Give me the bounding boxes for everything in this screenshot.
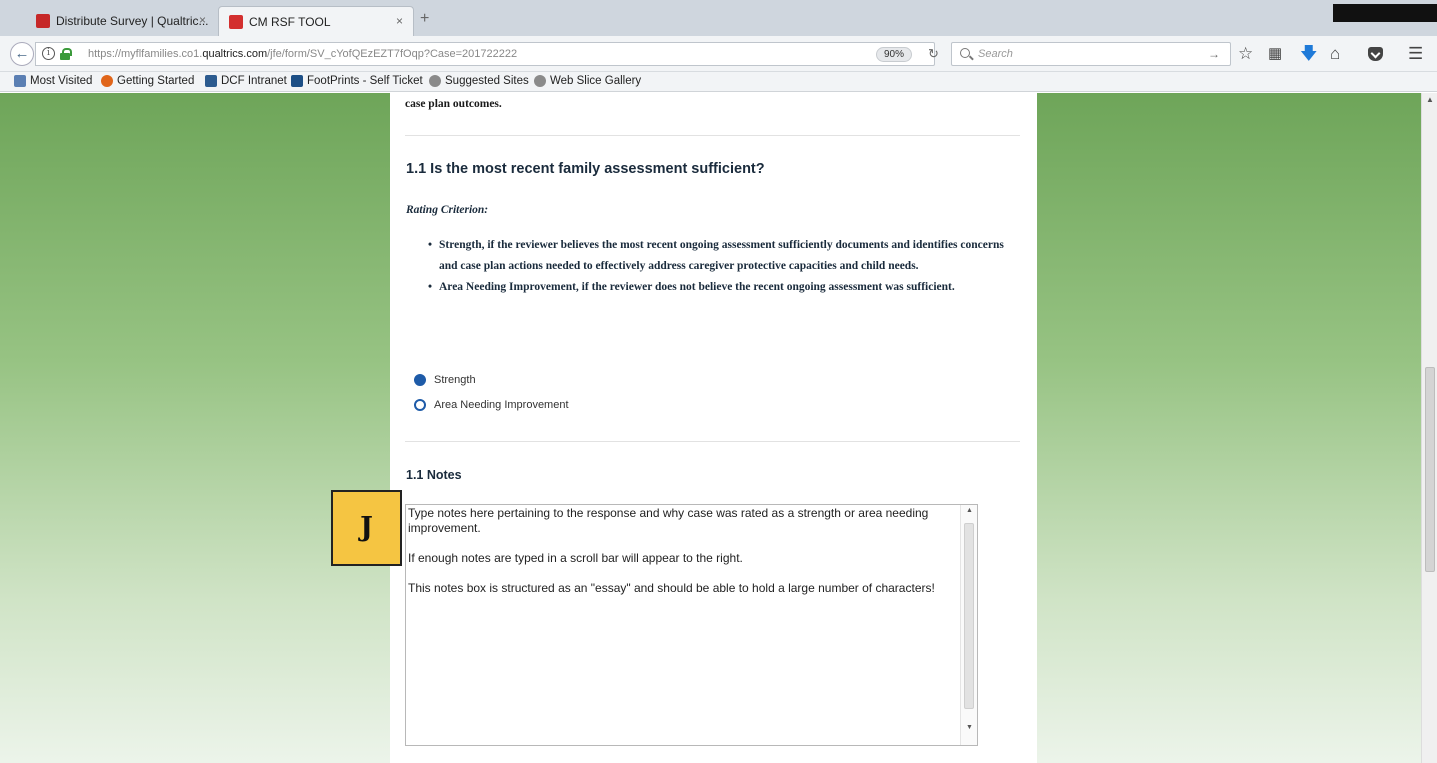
radio-selected-icon[interactable] — [414, 374, 426, 386]
previous-question-text: case plan outcomes. — [405, 98, 502, 110]
scroll-thumb[interactable] — [964, 523, 974, 709]
bookmarks-toolbar: Most Visited Getting Started DCF Intrane… — [0, 72, 1437, 92]
survey-panel: case plan outcomes. 1.1 Is the most rece… — [390, 93, 1037, 763]
pocket-icon[interactable] — [1368, 47, 1383, 61]
question-title: 1.1 Is the most recent family assessment… — [406, 161, 765, 177]
search-icon — [960, 48, 970, 58]
url-bar[interactable]: i https://myflfamilies.co1.qualtrics.com… — [35, 42, 939, 66]
download-icon[interactable]: 🡇 — [1300, 45, 1317, 63]
tab-distribute-survey[interactable]: Distribute Survey | Qualtric... × — [26, 6, 216, 36]
option-strength[interactable]: Strength — [414, 374, 476, 386]
menu-icon[interactable]: ☰ — [1408, 45, 1423, 63]
criterion-strength: Strength, if the reviewer believes the m… — [428, 235, 1018, 277]
scroll-down-arrow-icon[interactable]: ▼ — [966, 724, 973, 731]
bookmark-dcf-intranet[interactable]: DCF Intranet — [205, 75, 287, 87]
globe-icon — [429, 75, 441, 87]
page-viewport: case plan outcomes. 1.1 Is the most rece… — [0, 93, 1437, 763]
scroll-thumb[interactable] — [1425, 367, 1435, 572]
search-placeholder: Search — [978, 48, 1013, 60]
divider — [405, 135, 1020, 136]
firefox-icon — [101, 75, 113, 87]
back-button[interactable]: ← — [10, 42, 34, 66]
criterion-area-needing-improvement: Area Needing Improvement, if the reviewe… — [428, 277, 1018, 298]
tab-bar: Distribute Survey | Qualtric... × CM RSF… — [0, 0, 1437, 36]
tab-close-icon[interactable]: × — [199, 13, 206, 27]
callout-label: J — [331, 490, 402, 566]
bookmark-star-icon[interactable]: ☆ — [1238, 45, 1253, 63]
window-controls-redacted — [1333, 4, 1437, 22]
globe-icon — [534, 75, 546, 87]
bookmark-getting-started[interactable]: Getting Started — [101, 75, 194, 87]
qualtrics-favicon-icon — [36, 14, 50, 28]
url-text[interactable]: https://myflfamilies.co1.qualtrics.com/j… — [88, 43, 517, 65]
navigation-bar: ← i https://myflfamilies.co1.qualtrics.c… — [0, 36, 1437, 72]
notes-title: 1.1 Notes — [406, 468, 462, 482]
bookmark-suggested-sites[interactable]: Suggested Sites — [429, 75, 529, 87]
notes-scrollbar[interactable]: ▲ ▼ — [960, 505, 977, 745]
option-label: Strength — [434, 374, 476, 386]
divider — [405, 441, 1020, 442]
search-go-icon[interactable]: → — [1208, 43, 1220, 65]
zoom-level-badge[interactable]: 90% — [876, 47, 913, 62]
radio-unselected-icon[interactable] — [414, 399, 426, 411]
qualtrics-favicon-icon — [229, 14, 243, 29]
reload-icon[interactable]: ↻ — [928, 43, 939, 65]
info-icon[interactable]: i — [42, 47, 55, 60]
bookmark-web-slice-gallery[interactable]: Web Slice Gallery — [534, 75, 641, 87]
lock-icon — [60, 48, 72, 60]
bookmark-most-visited[interactable]: Most Visited — [14, 75, 92, 87]
new-tab-button[interactable]: + — [420, 10, 429, 28]
notes-textarea[interactable]: Type notes here pertaining to the respon… — [405, 504, 978, 746]
option-area-needing-improvement[interactable]: Area Needing Improvement — [414, 399, 569, 411]
callout-letter: J — [360, 512, 373, 543]
tab-label: CM RSF TOOL — [249, 14, 331, 29]
footprints-icon — [291, 75, 303, 87]
scroll-up-arrow-icon[interactable]: ▲ — [966, 507, 973, 514]
home-icon[interactable]: ⌂ — [1330, 45, 1340, 63]
rating-criterion-label: Rating Criterion: — [406, 204, 489, 216]
criteria-list: Strength, if the reviewer believes the m… — [428, 235, 1018, 298]
tab-label: Distribute Survey | Qualtric... — [56, 14, 209, 28]
dcf-logo-icon — [205, 75, 217, 87]
page-scrollbar[interactable]: ▲ — [1421, 93, 1437, 763]
tab-close-icon[interactable]: × — [396, 14, 403, 28]
option-label: Area Needing Improvement — [434, 399, 569, 411]
folder-icon — [14, 75, 26, 87]
bookmark-footprints[interactable]: FootPrints - Self Ticket — [291, 75, 423, 87]
notes-text[interactable]: Type notes here pertaining to the respon… — [408, 506, 956, 596]
search-bar[interactable]: Search → — [951, 42, 1231, 66]
reading-list-icon[interactable]: ▦ — [1268, 45, 1282, 63]
scroll-up-arrow-icon[interactable]: ▲ — [1426, 95, 1434, 104]
tab-cm-rsf-tool[interactable]: CM RSF TOOL × — [218, 6, 414, 36]
